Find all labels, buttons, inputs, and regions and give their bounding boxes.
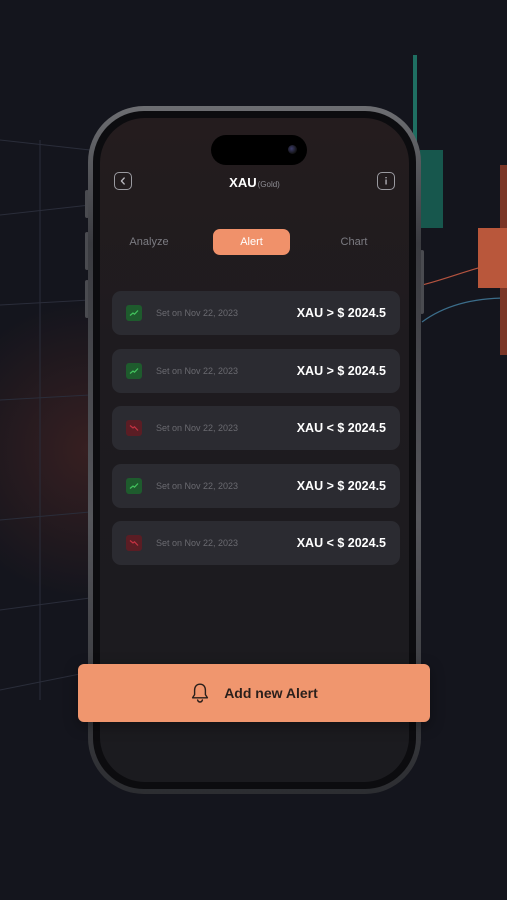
tab-alert[interactable]: Alert — [213, 229, 290, 255]
camera-icon — [288, 145, 297, 154]
tab-bar: Analyze Alert Chart — [100, 229, 409, 255]
trend-down-icon — [126, 535, 142, 552]
asset-symbol: XAU — [229, 175, 257, 190]
alert-condition: XAU < $ 2024.5 — [296, 421, 386, 436]
trend-up-icon — [126, 477, 142, 494]
alert-date: Set on Nov 22, 2023 — [156, 538, 239, 549]
alert-item[interactable]: Set on Nov 22, 2023 XAU > $ 2024.5 — [112, 291, 400, 335]
alert-date: Set on Nov 22, 2023 — [156, 365, 239, 376]
alert-date: Set on Nov 22, 2023 — [156, 480, 239, 491]
tab-chart[interactable]: Chart — [319, 229, 389, 255]
alert-item[interactable]: Set on Nov 22, 2023 XAU > $ 2024.5 — [112, 348, 400, 393]
dynamic-island — [211, 135, 307, 165]
info-icon — [385, 177, 387, 185]
trend-up-icon — [126, 305, 142, 321]
alert-item[interactable]: Set on Nov 22, 2023 XAU < $ 2024.5 — [112, 521, 400, 566]
asset-name: (Gold) — [257, 180, 280, 189]
alert-list: Set on Nov 22, 2023 XAU > $ 2024.5 Set o… — [112, 291, 400, 579]
add-new-alert-button[interactable]: Add new Alert — [78, 664, 430, 722]
alert-item[interactable]: Set on Nov 22, 2023 XAU > $ 2024.5 — [112, 463, 400, 508]
alert-condition: XAU > $ 2024.5 — [296, 363, 386, 378]
alert-condition: XAU > $ 2024.5 — [296, 306, 386, 320]
alert-date: Set on Nov 22, 2023 — [156, 308, 239, 318]
page-title: XAU(Gold) — [100, 175, 409, 190]
info-button[interactable] — [377, 172, 395, 190]
trend-down-icon — [126, 420, 142, 437]
bell-icon — [192, 683, 209, 703]
tab-analyze[interactable]: Analyze — [114, 229, 184, 255]
trend-up-icon — [126, 362, 142, 379]
alert-item[interactable]: Set on Nov 22, 2023 XAU < $ 2024.5 — [112, 406, 400, 451]
alert-condition: XAU > $ 2024.5 — [296, 478, 386, 493]
alert-condition: XAU < $ 2024.5 — [296, 536, 386, 551]
alert-date: Set on Nov 22, 2023 — [156, 423, 239, 434]
add-new-alert-label: Add new Alert — [224, 685, 318, 701]
